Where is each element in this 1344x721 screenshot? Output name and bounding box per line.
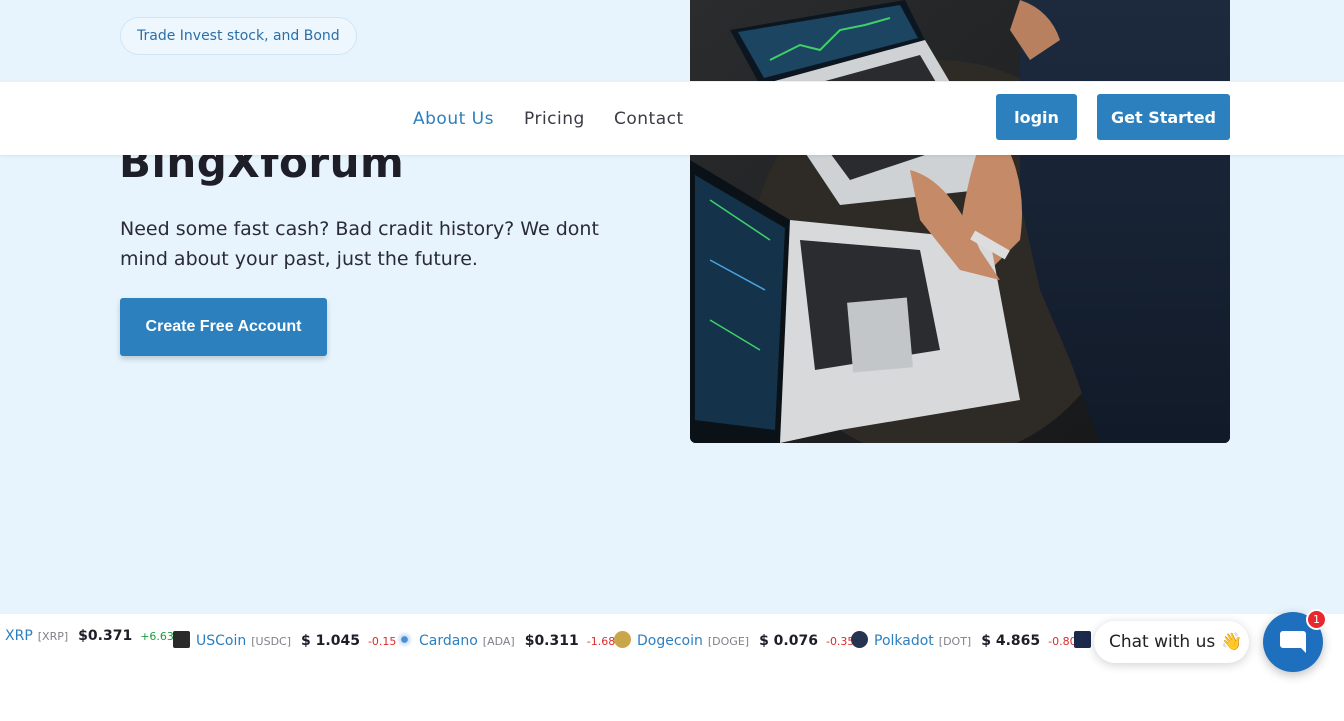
coin-price: $0.371	[78, 628, 133, 644]
nav-link-about-us[interactable]: About Us	[413, 109, 494, 129]
coin-symbol: [ADA]	[482, 635, 515, 648]
coin-symbol: [USDC]	[251, 635, 292, 648]
hero-photo	[690, 0, 1230, 443]
dogecoin-icon	[614, 631, 631, 648]
coin-symbol: [DOGE]	[707, 635, 750, 648]
laptop-photo-illustration	[690, 0, 1230, 443]
coin-name: Dogecoin	[637, 633, 703, 649]
nav-link-contact[interactable]: Contact	[614, 109, 684, 129]
coin-price: $0.311	[524, 633, 579, 649]
login-button[interactable]: login	[996, 94, 1077, 140]
get-started-button[interactable]: Get Started	[1097, 94, 1230, 140]
crypto-com-icon	[1074, 631, 1091, 648]
nav-link-pricing[interactable]: Pricing	[524, 109, 585, 129]
tagline-pill: Trade Invest stock, and Bond	[120, 17, 357, 55]
notification-badge: 1	[1306, 609, 1327, 630]
hero-description: Need some fast cash? Bad cradit history?…	[120, 218, 599, 270]
coin-price: $ 0.076	[759, 633, 818, 649]
coin-name: Cardano	[419, 633, 478, 649]
ticker-item[interactable]: Dogecoin [DOGE] $ 0.076 -0.35%	[614, 628, 865, 649]
ticker-item[interactable]: XRP [XRP] $0.371 +6.63%	[5, 628, 184, 644]
chat-label: Chat with us	[1109, 632, 1216, 652]
coin-name: XRP	[5, 628, 33, 644]
main-navbar: About Us Pricing Contact login Get Start…	[0, 81, 1344, 155]
coin-price: $ 1.045	[301, 633, 360, 649]
coin-symbol: [DOT]	[938, 635, 972, 648]
coin-price: $ 4.865	[981, 633, 1041, 649]
ticker-item[interactable]: Polkadot [DOT] $ 4.865 -0.80%	[851, 628, 1087, 649]
coin-name: USCoin	[196, 633, 247, 649]
chat-with-us-pill[interactable]: Chat with us 👋	[1094, 621, 1249, 663]
wave-emoji-icon: 👋	[1221, 632, 1243, 652]
cardano-icon	[396, 631, 413, 648]
coin-symbol: [XRP]	[37, 630, 69, 643]
create-account-button[interactable]: Create Free Account	[120, 298, 327, 356]
ticker-item[interactable]: Cardano [ADA] $0.311 -1.68%	[396, 628, 626, 649]
polkadot-icon	[851, 631, 868, 648]
usdc-icon	[173, 631, 190, 648]
coin-name: Polkadot	[874, 633, 934, 649]
ticker-item[interactable]: USCoin [USDC] $ 1.045 -0.15%	[173, 628, 407, 649]
